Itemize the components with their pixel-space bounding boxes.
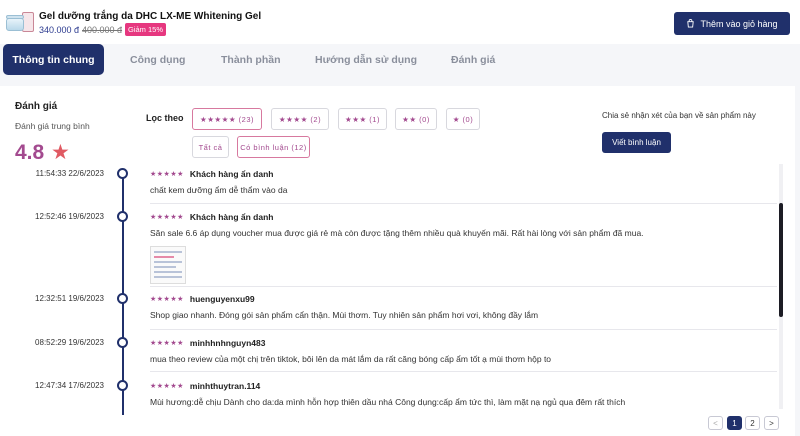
next-page-button[interactable]: > — [764, 416, 779, 430]
divider — [150, 286, 777, 287]
divider — [150, 329, 777, 330]
review-item: ★★★★★ Khách hàng ẩn danh Săn sale 6.6 áp… — [150, 211, 777, 284]
review-text: Shop giao nhanh. Đóng gói sản phẩm cẩn t… — [150, 310, 539, 320]
timeline-dot — [117, 337, 128, 348]
product-old-price: 400.000 đ — [82, 25, 123, 35]
tab-usage-guide[interactable]: Hướng dẫn sử dụng — [315, 44, 417, 76]
review-item: ★★★★★ Khách hàng ẩn danh chất kem dưỡng … — [150, 168, 777, 195]
review-stars: ★★★★★ — [150, 340, 184, 347]
review-item: ★★★★★ minhthuytran.114 Mùi hương:dễ chịu… — [150, 380, 777, 407]
filter-all[interactable]: Tất cả — [192, 136, 229, 158]
tab-bar: Thông tin chung Công dụng Thành phần Hướ… — [0, 44, 800, 82]
discount-badge: Giảm 15% — [125, 23, 167, 36]
review-stars: ★★★★★ — [150, 383, 184, 390]
product-header: Gel dưỡng trắng da DHC LX-ME Whitening G… — [0, 0, 800, 44]
filter-5-stars[interactable]: ★★★★★ (23) — [192, 108, 262, 130]
timeline-dot — [117, 168, 128, 179]
review-time: 12:52:46 19/6/2023 — [35, 212, 104, 221]
star-icon: ★ — [51, 141, 70, 164]
filter-with-comments[interactable]: Có bình luận (12) — [237, 136, 310, 158]
filter-1-star[interactable]: ★ (0) — [446, 108, 480, 130]
timeline-dot — [117, 293, 128, 304]
timeline-dot — [117, 380, 128, 391]
review-text: Mùi hương:dễ chịu Dành cho da:da mình hỗ… — [150, 397, 626, 407]
filter-3-stars[interactable]: ★★★ (1) — [338, 108, 387, 130]
product-name: Gel dưỡng trắng da DHC LX-ME Whitening G… — [39, 11, 262, 22]
page-1-button[interactable]: 1 — [727, 416, 742, 430]
filter-4-stars[interactable]: ★★★★ (2) — [271, 108, 329, 130]
review-stars: ★★★★★ — [150, 296, 184, 303]
review-author: Khách hàng ẩn danh — [189, 212, 274, 222]
review-stars: ★★★★★ — [150, 214, 184, 221]
review-time: 08:52:29 19/6/2023 — [35, 338, 104, 347]
prev-page-button[interactable]: < — [708, 416, 723, 430]
filter-label: Lọc theo — [146, 113, 184, 123]
tab-ingredients[interactable]: Thành phần — [221, 44, 281, 76]
scrollbar-thumb[interactable] — [779, 203, 783, 317]
timeline-dot — [117, 211, 128, 222]
tab-reviews[interactable]: Đánh giá — [451, 44, 495, 76]
review-text: Săn sale 6.6 áp dụng voucher mua được gi… — [150, 228, 644, 238]
review-item: ★★★★★ minhhnhnguyn483 mua theo review củ… — [150, 337, 777, 364]
review-attachment-image[interactable] — [150, 246, 186, 284]
review-stars: ★★★★★ — [150, 171, 184, 178]
page-2-button[interactable]: 2 — [745, 416, 760, 430]
divider — [150, 203, 777, 204]
review-item: ★★★★★ huenguyenxu99 Shop giao nhanh. Đón… — [150, 293, 777, 320]
add-to-cart-label: Thêm vào giỏ hàng — [700, 18, 778, 29]
review-text: mua theo review của một chị trên tiktok,… — [150, 354, 552, 364]
product-thumbnail — [4, 11, 34, 33]
review-time: 11:54:33 22/6/2023 — [35, 169, 104, 178]
reviews-title: Đánh giá — [15, 101, 58, 112]
tab-general-info[interactable]: Thông tin chung — [3, 44, 104, 75]
write-review-button[interactable]: Viết bình luận — [602, 132, 671, 153]
review-author: Khách hàng ẩn danh — [189, 169, 274, 179]
share-prompt: Chia sẻ nhận xét của bạn về sản phẩm này — [602, 111, 756, 120]
add-to-cart-button[interactable]: Thêm vào giỏ hàng — [674, 12, 790, 35]
average-rating-value: 4.8 — [15, 141, 45, 164]
tab-uses[interactable]: Công dụng — [130, 44, 185, 76]
review-author: minhhnhnguyn483 — [189, 338, 266, 348]
review-author: minhthuytran.114 — [189, 381, 261, 391]
review-time: 12:47:34 17/6/2023 — [35, 381, 104, 390]
average-rating-label: Đánh giá trung bình — [15, 121, 90, 131]
shopping-bag-icon — [687, 19, 695, 28]
divider — [150, 371, 777, 372]
product-price: 340.000 đ — [39, 25, 80, 35]
review-text: chất kem dưỡng ẩm dễ thẩm vào da — [150, 185, 288, 195]
review-time: 12:32:51 19/6/2023 — [35, 294, 104, 303]
review-author: huenguyenxu99 — [189, 294, 255, 304]
filter-2-stars[interactable]: ★★ (0) — [395, 108, 437, 130]
